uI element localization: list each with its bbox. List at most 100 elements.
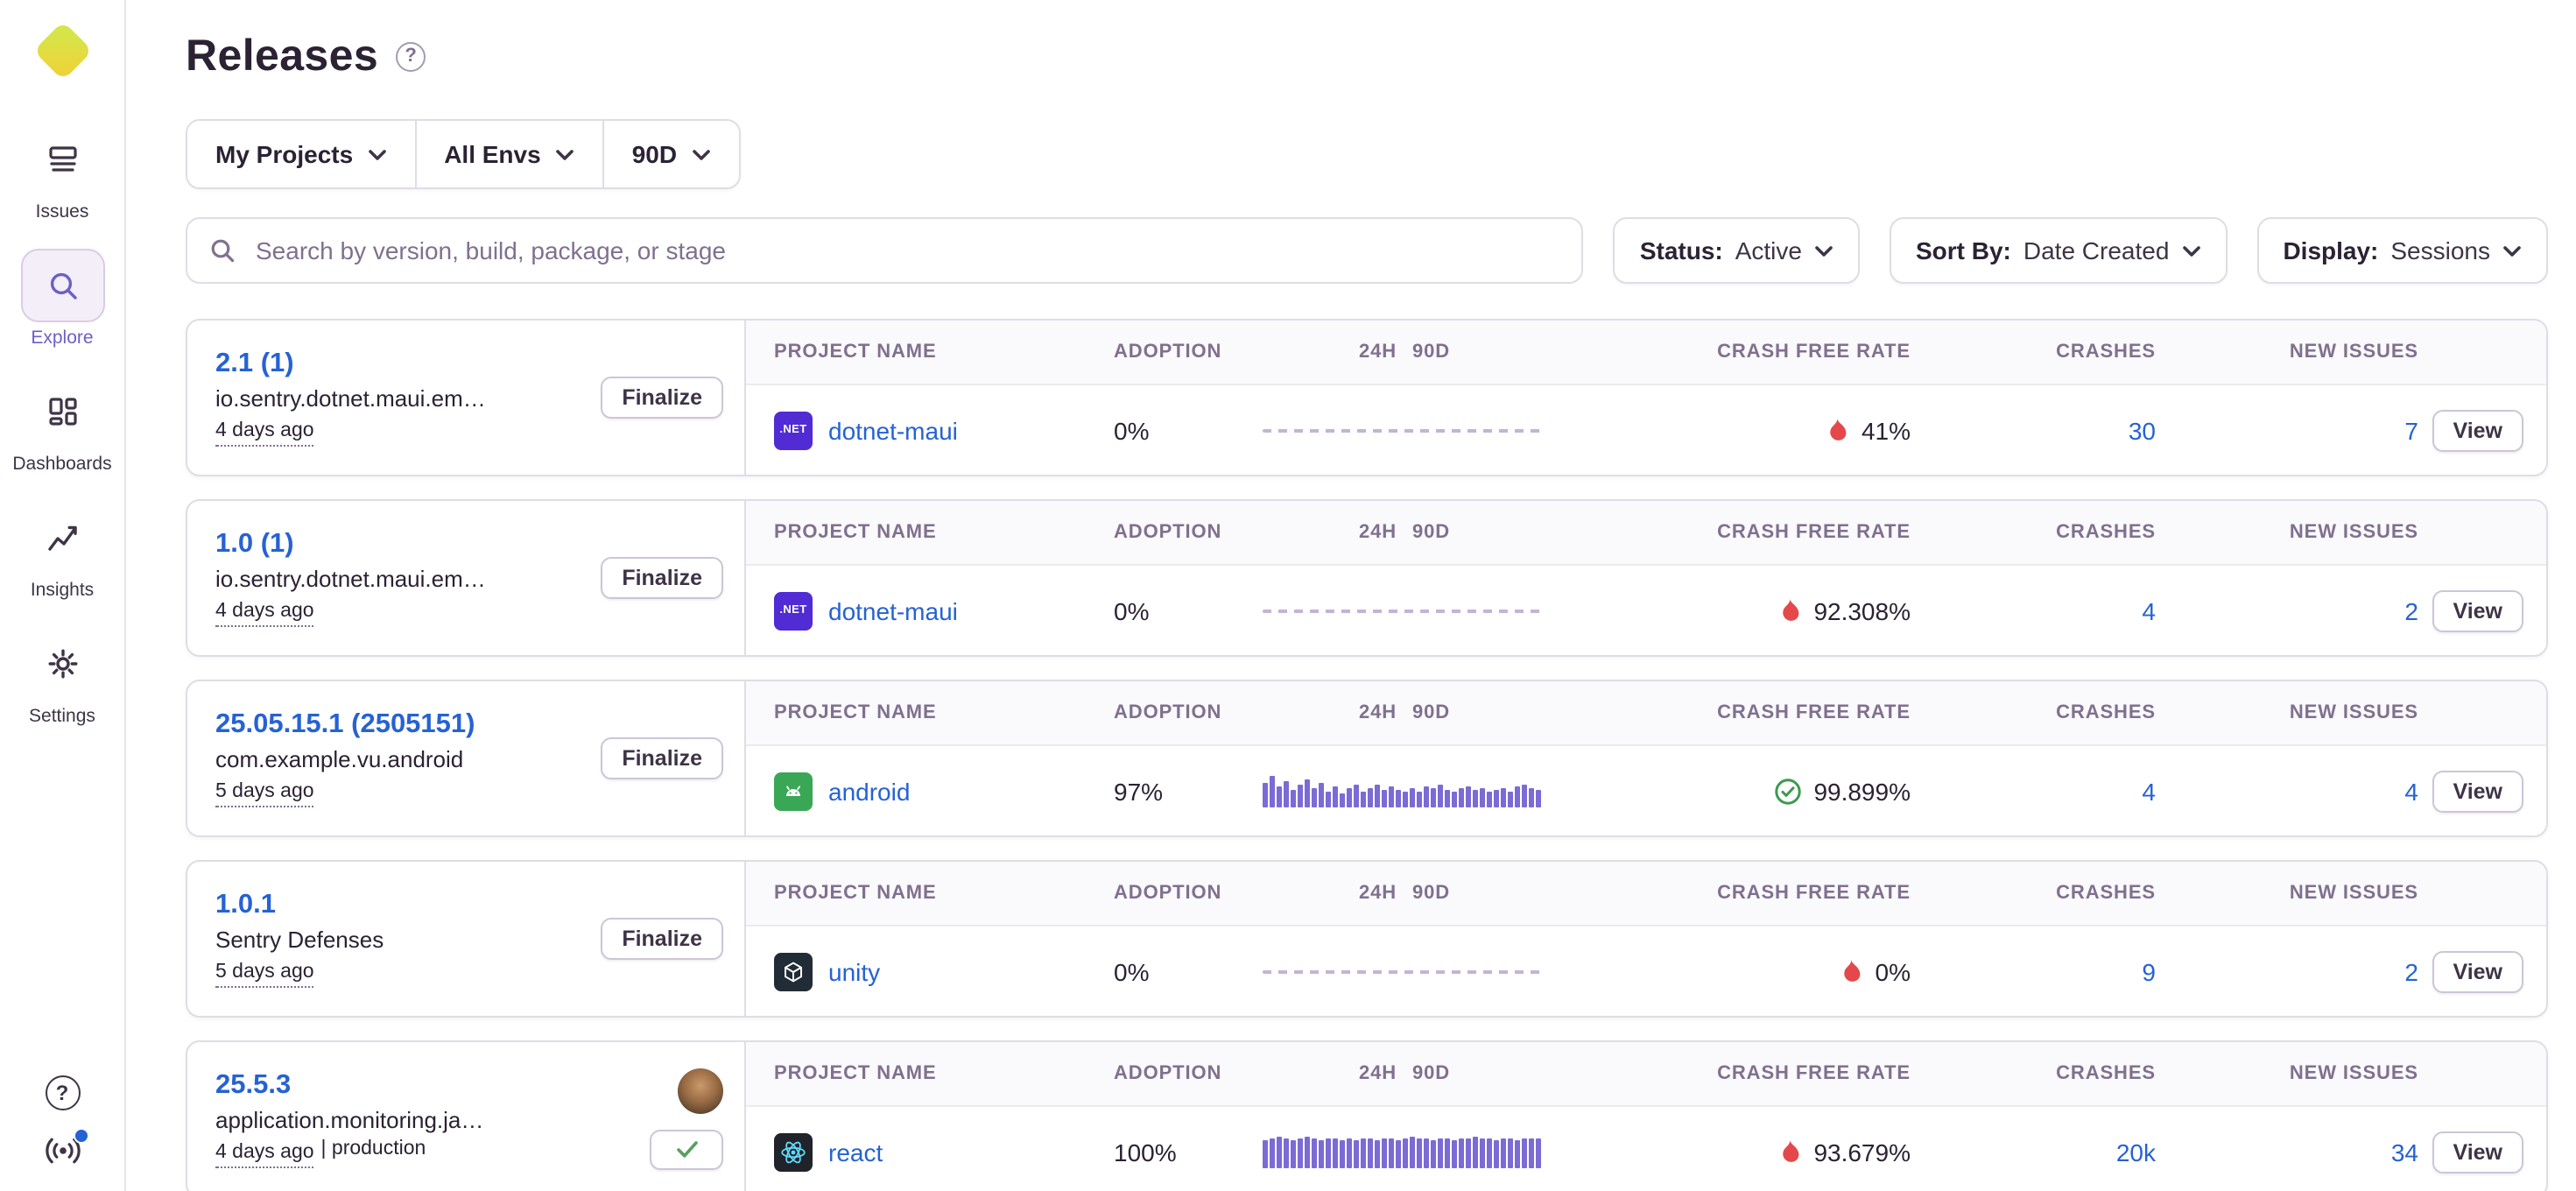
sidebar-item-label: Issues	[36, 201, 89, 222]
adoption-value: 100%	[1114, 1138, 1263, 1166]
sidebar-item-issues[interactable]: Issues	[20, 123, 104, 222]
help-icon[interactable]: ?	[45, 1075, 80, 1110]
finalize-button[interactable]: Finalize	[601, 557, 723, 599]
release-version-link[interactable]: 25.05.15.1 (2505151)	[215, 709, 587, 741]
sort-value: Date Created	[2023, 236, 2170, 264]
new-issues-count[interactable]: 7	[2404, 416, 2418, 444]
fire-icon	[1839, 958, 1863, 984]
column-header-90d: 90D	[1412, 1063, 1450, 1084]
sparkline-bars	[1263, 775, 1546, 807]
column-header-90d: 90D	[1412, 342, 1450, 363]
release-age: 4 days ago	[215, 417, 314, 447]
page-header: Releases ?	[186, 28, 2548, 84]
release-table-header: PROJECT NAME ADOPTION 24H 90D CRASH FREE…	[746, 681, 2546, 746]
column-header-24h: 24H	[1359, 883, 1397, 904]
view-button[interactable]: View	[2432, 589, 2523, 631]
project-link[interactable]: .NET dotnet-maui	[746, 591, 1114, 630]
column-header-crashes: CRASHES	[2056, 342, 2156, 363]
chevron-down-icon	[2502, 244, 2522, 257]
release-table: PROJECT NAME ADOPTION 24H 90D CRASH FREE…	[746, 321, 2546, 475]
column-header-new-issues: NEW ISSUES	[2290, 522, 2418, 543]
check-icon	[675, 1140, 698, 1159]
crash-free-cell: 41%	[1825, 416, 1911, 444]
new-issues-count[interactable]: 2	[2404, 957, 2418, 985]
projects-filter-button[interactable]: My Projects	[187, 121, 416, 187]
finalize-button[interactable]: Finalize	[601, 737, 723, 779]
release-version-link[interactable]: 1.0.1	[215, 890, 587, 921]
finalized-check-button[interactable]	[650, 1130, 723, 1170]
release-card: 1.0.1 Sentry Defenses 5 days ago Finaliz…	[186, 860, 2548, 1018]
crashes-count[interactable]: 4	[2142, 596, 2156, 624]
adoption-value: 0%	[1114, 596, 1263, 624]
project-link[interactable]: .NET dotnet-maui	[746, 411, 1114, 449]
column-header-new-issues: NEW ISSUES	[2290, 1063, 2418, 1084]
release-card: 25.05.15.1 (2505151) com.example.vu.andr…	[186, 680, 2548, 837]
release-version-link[interactable]: 25.5.3	[215, 1070, 636, 1102]
project-name: dotnet-maui	[828, 416, 958, 444]
explore-icon	[20, 249, 104, 322]
crashes-count[interactable]: 20k	[2116, 1138, 2156, 1166]
sidebar-nav: Issues Explore Dashboards	[12, 123, 111, 727]
sidebar-item-insights[interactable]: Insights	[20, 501, 104, 601]
crash-free-cell: 92.308%	[1777, 596, 1911, 624]
crashes-count[interactable]: 30	[2129, 416, 2156, 444]
view-button[interactable]: View	[2432, 770, 2523, 812]
release-table-row: android 97% 99.899% 4 4 View	[746, 746, 2546, 835]
new-issues-count[interactable]: 4	[2404, 777, 2418, 805]
sort-label: Sort By:	[1916, 236, 2011, 264]
release-table-header: PROJECT NAME ADOPTION 24H 90D CRASH FREE…	[746, 1042, 2546, 1107]
broadcast-icon[interactable]	[43, 1133, 81, 1177]
new-issues-count[interactable]: 2	[2404, 596, 2418, 624]
project-link[interactable]: android	[746, 772, 1114, 810]
finalize-button[interactable]: Finalize	[601, 377, 723, 419]
new-issues-count[interactable]: 34	[2391, 1138, 2418, 1166]
check-circle-icon	[1773, 777, 1801, 805]
org-logo-diamond	[32, 21, 92, 81]
sort-dropdown[interactable]: Sort By: Date Created	[1890, 217, 2227, 284]
sidebar-item-label: Insights	[31, 580, 94, 601]
release-age: 4 days ago	[215, 1138, 314, 1168]
dotnet-icon: .NET	[774, 591, 813, 630]
release-table-row: .NET dotnet-maui 0% 41% 30 7 View	[746, 385, 2546, 475]
empty-sparkline	[1263, 969, 1543, 973]
sidebar-item-settings[interactable]: Settings	[20, 627, 104, 727]
crash-free-cell: 93.679%	[1777, 1138, 1911, 1166]
release-package: application.monitoring.ja…	[215, 1107, 636, 1133]
environments-filter-label: All Envs	[444, 140, 541, 168]
insights-icon	[20, 501, 104, 574]
view-button[interactable]: View	[2432, 409, 2523, 451]
release-card: 2.1 (1) io.sentry.dotnet.maui.em… 4 days…	[186, 319, 2548, 476]
release-version-link[interactable]: 2.1 (1)	[215, 349, 587, 380]
dashboards-icon	[20, 375, 104, 448]
column-header-24h: 24H	[1359, 342, 1397, 363]
view-button[interactable]: View	[2432, 1131, 2523, 1173]
column-header-adoption: ADOPTION	[1114, 1063, 1263, 1084]
environments-filter-button[interactable]: All Envs	[416, 121, 604, 187]
column-header-crashes: CRASHES	[2056, 883, 2156, 904]
main-content: Releases ? My Projects All Envs 90D	[126, 0, 2576, 1191]
adoption-sparkline	[1263, 775, 1546, 807]
org-logo[interactable]	[36, 25, 88, 77]
crashes-count[interactable]: 4	[2142, 777, 2156, 805]
release-version-link[interactable]: 1.0 (1)	[215, 529, 587, 560]
page-title: Releases	[186, 28, 378, 84]
release-package: io.sentry.dotnet.maui.em…	[215, 566, 587, 592]
crashes-count[interactable]: 9	[2142, 957, 2156, 985]
release-table: PROJECT NAME ADOPTION 24H 90D CRASH FREE…	[746, 862, 2546, 1016]
finalize-button[interactable]: Finalize	[601, 918, 723, 960]
project-link[interactable]: react	[746, 1132, 1114, 1171]
status-dropdown[interactable]: Status: Active	[1614, 217, 1860, 284]
search-input[interactable]	[252, 235, 1561, 266]
page-help-icon[interactable]: ?	[396, 41, 426, 71]
sidebar-item-explore[interactable]: Explore	[20, 249, 104, 349]
sidebar-item-dashboards[interactable]: Dashboards	[12, 375, 111, 475]
fire-icon	[1777, 1138, 1801, 1165]
release-table-header: PROJECT NAME ADOPTION 24H 90D CRASH FREE…	[746, 501, 2546, 566]
date-range-filter-button[interactable]: 90D	[604, 121, 738, 187]
sidebar-bottom: ?	[43, 1075, 81, 1191]
react-icon	[774, 1132, 813, 1171]
project-link[interactable]: unity	[746, 952, 1114, 990]
display-dropdown[interactable]: Display: Sessions	[2256, 217, 2548, 284]
column-header-chart: 24H 90D	[1263, 1063, 1546, 1084]
view-button[interactable]: View	[2432, 950, 2523, 992]
